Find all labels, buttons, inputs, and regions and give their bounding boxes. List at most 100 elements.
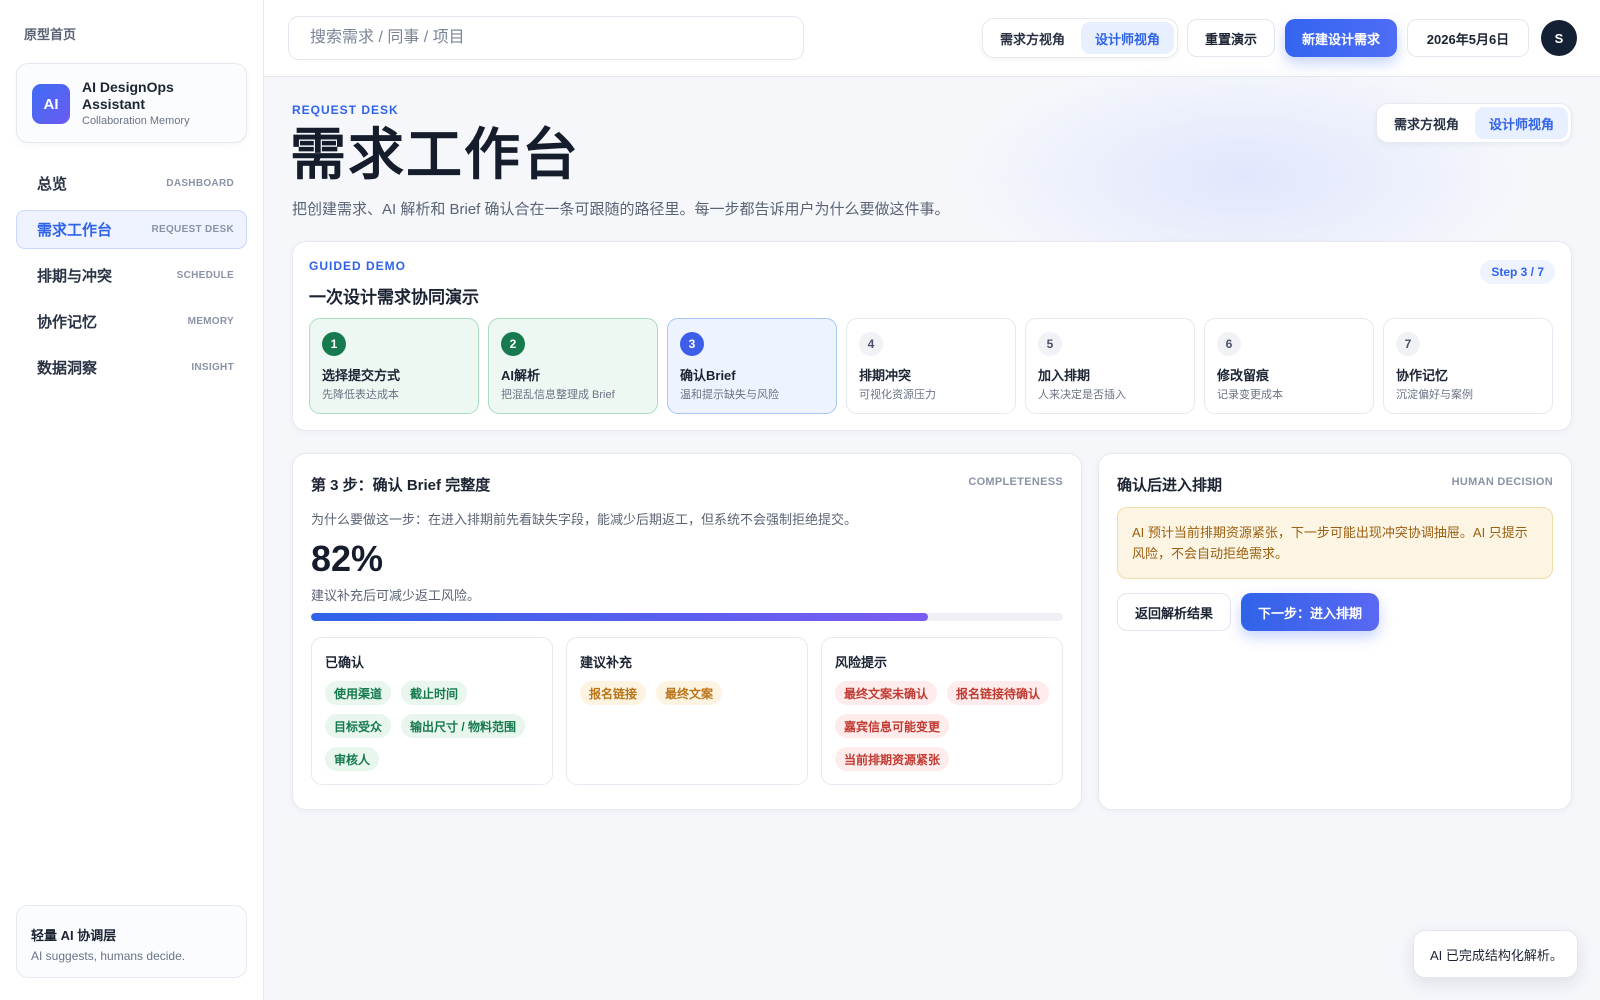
page-title: 需求工作台 (290, 123, 580, 186)
sidebar-item-insight[interactable]: 数据洞察 INSIGHT (16, 348, 247, 387)
risk-chip: 当前排期资源紧张 (835, 747, 950, 771)
next-schedule-button[interactable]: 下一步：进入排期 (1241, 593, 1379, 631)
guide-eyebrow: GUIDED DEMO (309, 259, 407, 273)
completeness-hint: 建议补充后可减少返工风险。 (311, 588, 481, 603)
step-title: 协作记忆 (1396, 368, 1449, 383)
sidebar-footer-subtitle: AI suggests, humans decide. (31, 949, 186, 963)
step-number: 1 (322, 332, 346, 356)
decision-title: 确认后进入排期 (1117, 477, 1223, 494)
brand-card: AI AI DesignOps Assistant Collaboration … (16, 63, 247, 143)
view-toggle-requester[interactable]: 需求方视角 (1380, 107, 1473, 139)
guided-demo-card: GUIDED DEMO 一次设计需求协同演示 Step 3 / 7 1 选择提交… (292, 241, 1572, 431)
step-card[interactable]: 5 加入排期 人来决定是否插入 (1025, 318, 1195, 414)
risk-chip: 嘉宾信息可能变更 (835, 714, 950, 738)
view-toggle-designer[interactable]: 设计师视角 (1475, 107, 1569, 139)
step-title: 选择提交方式 (322, 368, 401, 383)
brand-name: AI DesignOps Assistant (82, 79, 174, 112)
suggested-chip: 报名链接 (580, 681, 647, 705)
guide-title: 一次设计需求协同演示 (309, 288, 479, 307)
step-number: 4 (859, 332, 883, 356)
sidebar-item-label: 需求工作台 (37, 222, 113, 239)
date-display: 2026年5月6日 (1407, 19, 1529, 57)
sidebar-item-dashboard[interactable]: 总览 DASHBOARD (16, 164, 247, 203)
step-title: 排期冲突 (859, 368, 912, 383)
schedule-warning: AI 预计当前排期资源紧张，下一步可能出现冲突协调抽屉。AI 只提示风险，不会自… (1117, 507, 1553, 579)
suggested-column: 建议补充 报名链接 最终文案 (566, 637, 808, 785)
column-title: 建议补充 (580, 655, 633, 670)
brief-tag: COMPLETENESS (968, 476, 1063, 488)
sidebar-item-sublabel: SCHEDULE (176, 270, 234, 281)
step-card[interactable]: 4 排期冲突 可视化资源压力 (846, 318, 1016, 414)
avatar[interactable]: S (1541, 20, 1577, 56)
step-description: 先降低表达成本 (322, 389, 399, 401)
view-toggle: 需求方视角 设计师视角 (982, 18, 1179, 58)
step-card[interactable]: 2 AI解析 把混乱信息整理成 Brief (488, 318, 658, 414)
sidebar-item-label: 协作记忆 (37, 314, 98, 331)
confirmed-chip: 审核人 (325, 747, 380, 771)
step-description: 记录变更成本 (1217, 389, 1283, 401)
step-badge: Step 3 / 7 (1480, 260, 1555, 284)
brief-why: 为什么要做这一步：在进入排期前先看缺失字段，能减少后期返工，但系统不会强制拒绝提… (311, 512, 858, 527)
back-to-parse-button[interactable]: 返回解析结果 (1117, 593, 1231, 631)
sidebar-item-memory[interactable]: 协作记忆 MEMORY (16, 302, 247, 341)
step-title: 确认Brief (680, 368, 736, 383)
step-title: 加入排期 (1038, 368, 1091, 383)
confirmed-chip: 目标受众 (325, 714, 392, 738)
prototype-home-link[interactable]: 原型首页 (24, 24, 76, 43)
sidebar-item-sublabel: DASHBOARD (166, 178, 234, 189)
reset-demo-button[interactable]: 重置演示 (1187, 19, 1275, 57)
completeness-percent: 82% (311, 538, 384, 579)
column-title: 已确认 (325, 655, 365, 670)
step-description: 温和提示缺失与风险 (680, 389, 779, 401)
new-request-button[interactable]: 新建设计需求 (1285, 19, 1397, 57)
completeness-progress-fill (311, 613, 928, 621)
step-number: 3 (680, 332, 704, 356)
page-description: 把创建需求、AI 解析和 Brief 确认合在一条可跟随的路径里。每一步都告诉用… (292, 201, 950, 218)
sidebar-footer-title: 轻量 AI 协调层 (31, 928, 117, 943)
sidebar-item-label: 总览 (37, 176, 68, 193)
step-description: 人来决定是否插入 (1038, 389, 1126, 401)
step-card[interactable]: 3 确认Brief 温和提示缺失与风险 (667, 318, 837, 414)
step-number: 7 (1396, 332, 1420, 356)
main-content: REQUEST DESK 需求工作台 把创建需求、AI 解析和 Brief 确认… (264, 57, 1600, 1000)
sidebar-item-schedule[interactable]: 排期与冲突 SCHEDULE (16, 256, 247, 295)
step-list: 1 选择提交方式 先降低表达成本 2 AI解析 把混乱信息整理成 Brief 3… (309, 318, 1553, 414)
confirmed-column: 已确认 使用渠道 截止时间 目标受众 输出尺寸 / 物料范围 审核人 (311, 637, 553, 785)
search-input[interactable] (288, 16, 804, 60)
suggested-chip: 最终文案 (656, 681, 723, 705)
step-card[interactable]: 1 选择提交方式 先降低表达成本 (309, 318, 479, 414)
step-description: 沉淀偏好与案例 (1396, 389, 1473, 401)
brief-title: 第 3 步：确认 Brief 完整度 (311, 477, 491, 494)
risk-chip: 最终文案未确认 (835, 681, 938, 705)
view-toggle-requester[interactable]: 需求方视角 (986, 22, 1079, 54)
completeness-progress-bar (311, 613, 1063, 621)
sidebar-item-sublabel: INSIGHT (191, 362, 234, 373)
risk-column: 风险提示 最终文案未确认 报名链接待确认 嘉宾信息可能变更 当前排期资源紧张 (821, 637, 1063, 785)
view-toggle-designer[interactable]: 设计师视角 (1081, 22, 1175, 54)
risk-chip: 报名链接待确认 (947, 681, 1050, 705)
brand-logo: AI (32, 84, 70, 124)
sidebar-item-request-desk[interactable]: 需求工作台 REQUEST DESK (16, 210, 247, 249)
sidebar-item-sublabel: REQUEST DESK (151, 224, 234, 235)
step-description: 把混乱信息整理成 Brief (501, 389, 615, 401)
step-number: 5 (1038, 332, 1062, 356)
column-title: 风险提示 (835, 655, 888, 670)
step-card[interactable]: 6 修改留痕 记录变更成本 (1204, 318, 1374, 414)
step-number: 2 (501, 332, 525, 356)
sidebar-nav: 总览 DASHBOARD 需求工作台 REQUEST DESK 排期与冲突 SC… (16, 164, 247, 394)
brief-columns: 已确认 使用渠道 截止时间 目标受众 输出尺寸 / 物料范围 审核人 建议补充 … (311, 637, 1063, 785)
hero-view-toggle: 需求方视角 设计师视角 (1376, 103, 1573, 143)
step-title: 修改留痕 (1217, 368, 1270, 383)
step-card[interactable]: 7 协作记忆 沉淀偏好与案例 (1383, 318, 1553, 414)
decision-tag: HUMAN DECISION (1451, 476, 1553, 488)
sidebar-footer-card: 轻量 AI 协调层 AI suggests, humans decide. (16, 905, 247, 978)
brand-subtitle: Collaboration Memory (82, 115, 190, 127)
confirmed-chip: 截止时间 (401, 681, 468, 705)
step-description: 可视化资源压力 (859, 389, 936, 401)
page-eyebrow: REQUEST DESK (292, 103, 399, 117)
brief-completeness-card: 第 3 步：确认 Brief 完整度 COMPLETENESS 为什么要做这一步… (292, 453, 1082, 810)
sidebar-item-sublabel: MEMORY (187, 316, 234, 327)
step-title: AI解析 (501, 368, 541, 383)
sidebar-item-label: 排期与冲突 (37, 268, 113, 285)
confirmed-chip: 使用渠道 (325, 681, 392, 705)
